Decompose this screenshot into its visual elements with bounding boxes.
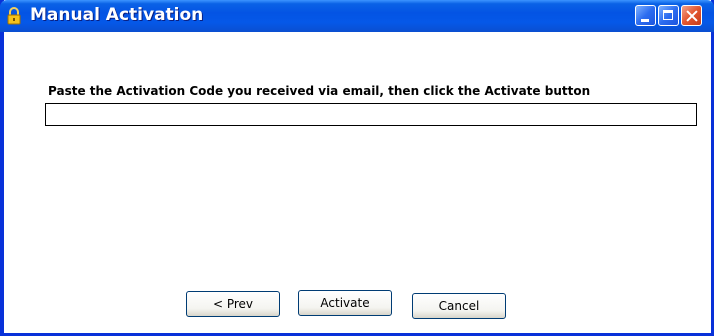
activate-button[interactable]: Activate <box>298 290 392 316</box>
maximize-button[interactable] <box>658 5 679 26</box>
activation-prompt-label: Paste the Activation Code you received v… <box>48 84 591 98</box>
lock-icon <box>7 7 21 25</box>
cancel-button[interactable]: Cancel <box>412 293 506 319</box>
activation-code-input[interactable] <box>45 103 697 126</box>
minimize-button[interactable] <box>635 5 656 26</box>
manual-activation-window: Manual Activation Paste the Activation C… <box>0 0 714 336</box>
title-bar[interactable]: Manual Activation <box>0 0 714 32</box>
prev-button[interactable]: < Prev <box>186 291 280 317</box>
close-button[interactable] <box>681 5 702 26</box>
window-title: Manual Activation <box>30 5 204 25</box>
